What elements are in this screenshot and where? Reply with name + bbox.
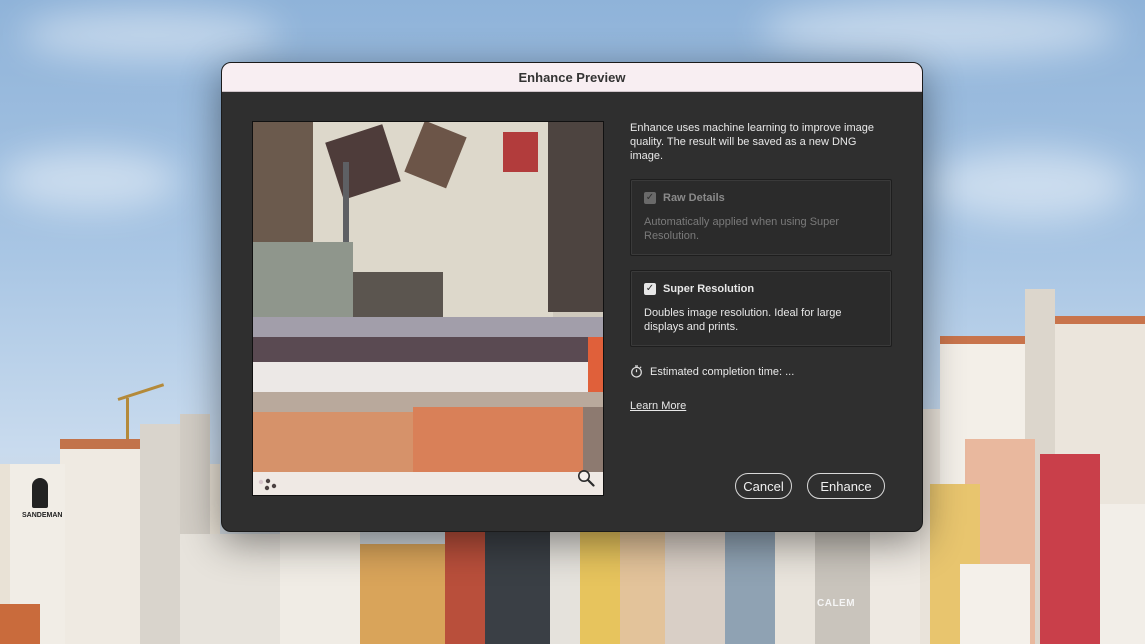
crane-arm: [117, 383, 165, 401]
estimated-time: Estimated completion time: ...: [630, 365, 892, 378]
learn-more-link[interactable]: Learn More: [630, 400, 686, 412]
super-resolution-checkbox[interactable]: ✓: [644, 283, 656, 295]
building: [280, 529, 360, 644]
cloud: [760, 0, 1120, 60]
building: [360, 544, 445, 644]
enhance-button[interactable]: Enhance: [807, 473, 885, 499]
image-region: [583, 407, 603, 472]
enhance-preview-dialog: Enhance Preview Enhance uses machine lea…: [221, 62, 923, 532]
image-region: [548, 122, 603, 312]
calem-building: [815, 529, 870, 644]
enhance-description: Enhance uses machine learning to improve…: [630, 122, 874, 162]
building: [580, 529, 620, 644]
stopwatch-icon: [631, 365, 642, 378]
image-region: [353, 272, 443, 322]
building: [0, 604, 40, 644]
image-region: [253, 317, 603, 337]
building: [445, 529, 485, 644]
image-region: [253, 242, 353, 322]
image-region: [253, 412, 413, 472]
church-tower: [140, 424, 180, 644]
cancel-button[interactable]: Cancel: [735, 473, 792, 499]
building: [665, 529, 725, 644]
raw-details-description: Automatically applied when using Super R…: [644, 216, 840, 242]
image-region: [413, 407, 583, 472]
estimated-time-label: Estimated completion time: ...: [650, 365, 795, 378]
raw-details-checkbox: ✓: [644, 192, 656, 204]
building: [180, 534, 280, 644]
dialog-title: Enhance Preview: [222, 63, 922, 92]
calem-sign: CALEM: [817, 598, 856, 609]
cloud: [0, 150, 180, 210]
building: [550, 529, 580, 644]
building: [775, 529, 815, 644]
building: [485, 529, 550, 644]
raw-details-label: Raw Details: [663, 192, 725, 204]
super-resolution-label[interactable]: Super Resolution: [663, 283, 754, 295]
building: [620, 529, 665, 644]
building: [1100, 504, 1145, 644]
building: [725, 529, 775, 644]
building: [1040, 454, 1100, 644]
magnifier-icon[interactable]: [577, 469, 595, 487]
super-resolution-description: Doubles image resolution. Ideal for larg…: [644, 307, 842, 333]
cloud: [20, 10, 280, 60]
building: [960, 564, 1030, 644]
cloud: [930, 150, 1130, 220]
raw-details-option: ✓ Raw Details Automatically applied when…: [630, 179, 892, 256]
image-region: [588, 337, 603, 397]
enhance-preview-image[interactable]: [252, 121, 604, 496]
image-region: [253, 337, 603, 362]
image-region: [503, 132, 538, 172]
image-region: [253, 472, 603, 495]
sandeman-sign: SANDEMAN: [22, 512, 63, 519]
options-panel: Enhance uses machine learning to improve…: [630, 121, 892, 414]
loading-dots-icon: [258, 478, 277, 491]
super-resolution-option[interactable]: ✓ Super Resolution Doubles image resolut…: [630, 270, 892, 347]
image-region: [253, 362, 603, 392]
sandeman-logo: [32, 478, 48, 508]
